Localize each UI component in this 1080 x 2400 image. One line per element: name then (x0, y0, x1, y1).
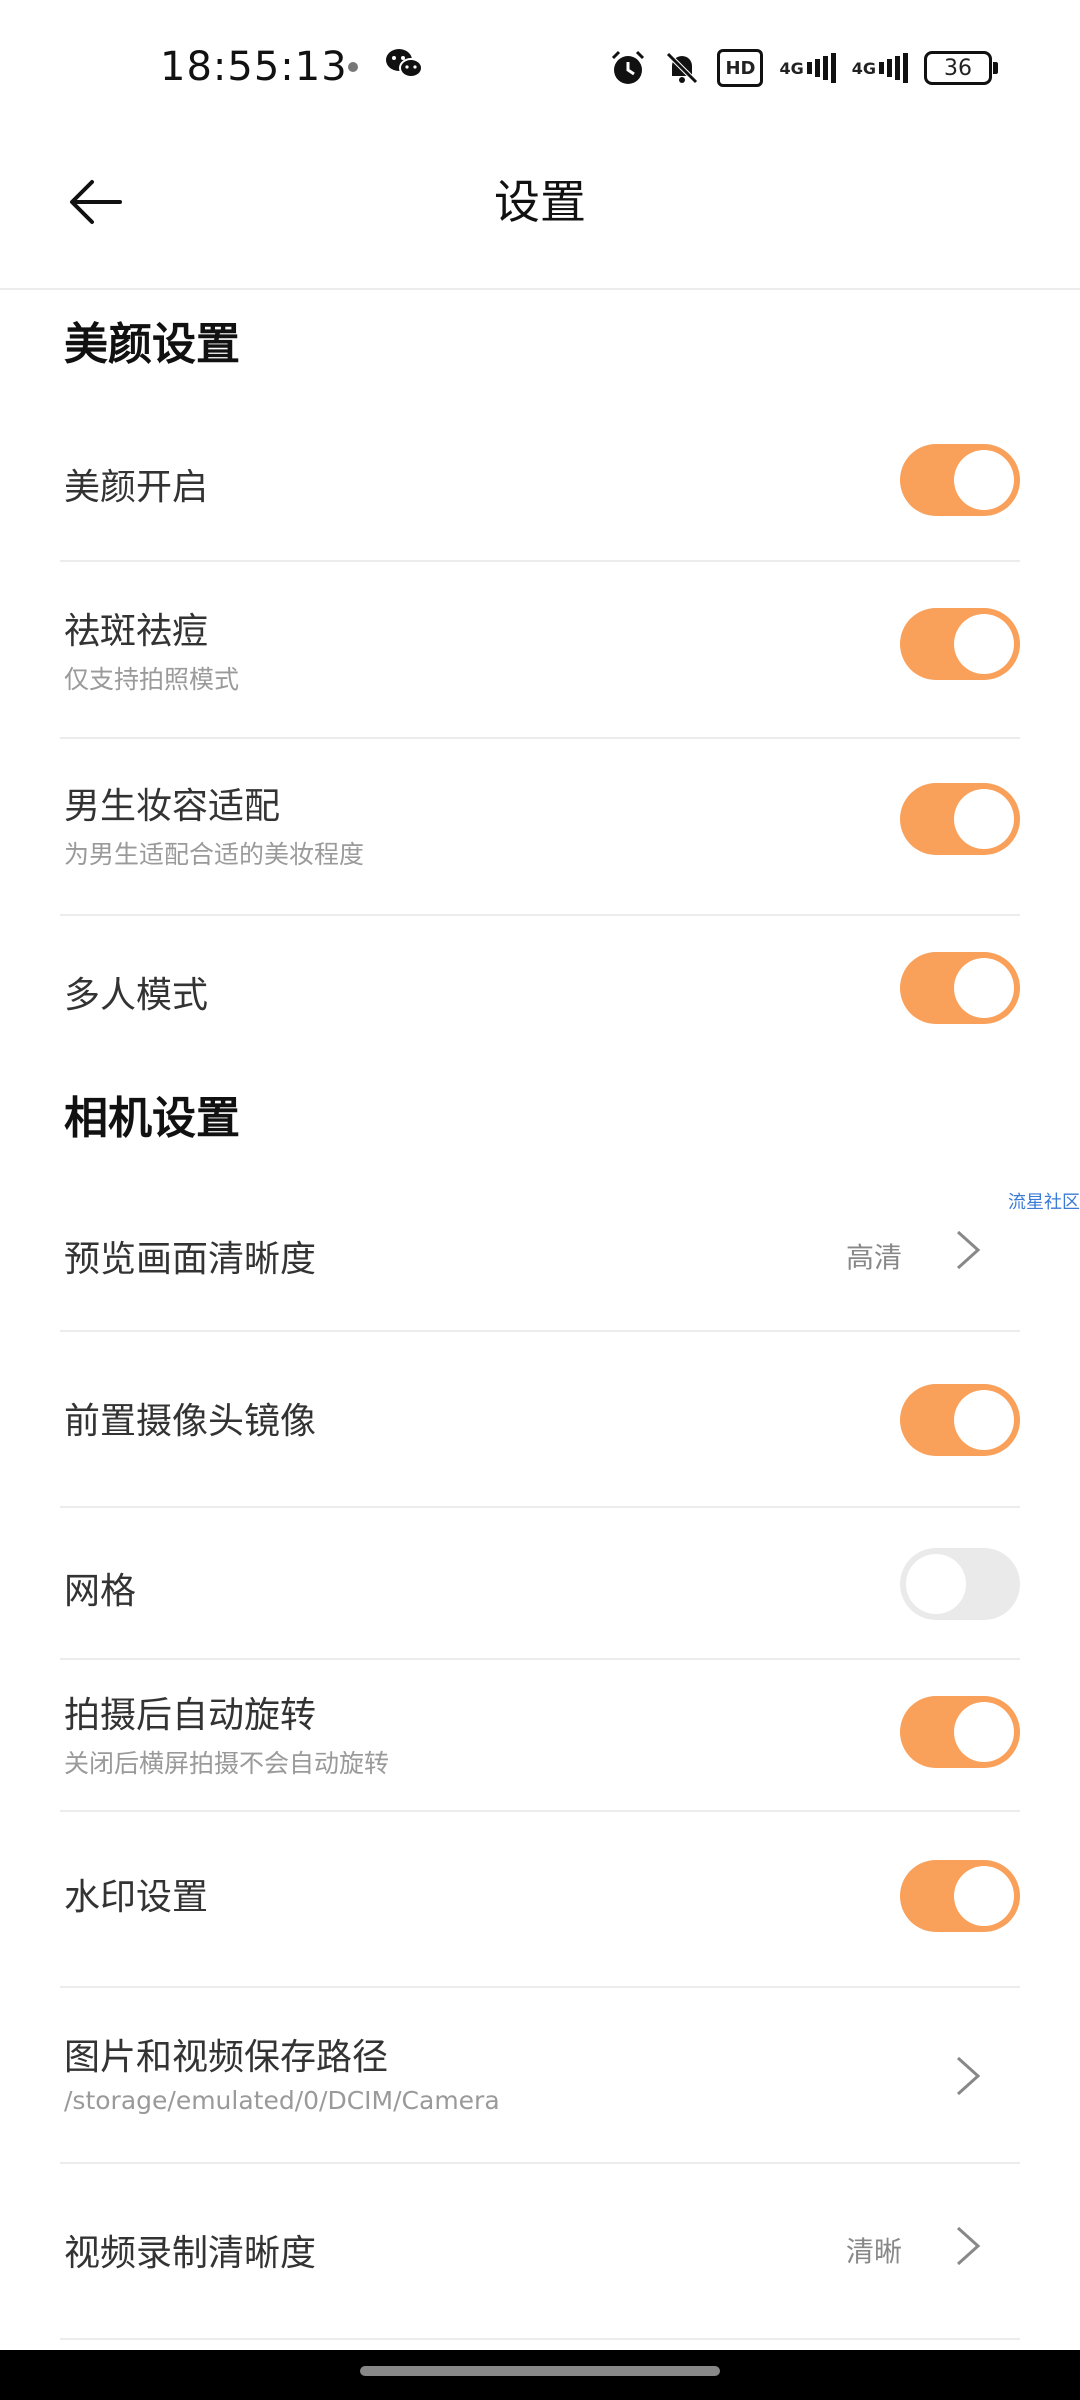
net2-label: 4G (851, 58, 876, 78)
toggle-front-mirror[interactable] (900, 1384, 1020, 1456)
toggle-auto-rotate[interactable] (900, 1696, 1020, 1768)
setting-front-mirror[interactable]: 前置摄像头镜像 (60, 1332, 1020, 1508)
setting-blemish-removal[interactable]: 祛斑祛痘 仅支持拍照模式 (60, 562, 1020, 739)
setting-sub: 为男生适配合适的美妆程度 (64, 840, 365, 869)
chevron-right-icon (954, 1228, 982, 1272)
system-nav-bar (0, 2350, 1080, 2400)
setting-label: 祛斑祛痘 (64, 611, 209, 652)
setting-multi-person[interactable]: 多人模式 (60, 916, 1020, 1066)
setting-preview-quality[interactable]: 预览画面清晰度 高清 (60, 1170, 1020, 1332)
setting-label: 多人模式 (64, 975, 209, 1016)
setting-auto-rotate[interactable]: 拍摄后自动旋转 关闭后横屏拍摄不会自动旋转 (60, 1660, 1020, 1812)
setting-label: 男生妆容适配 (64, 786, 281, 827)
alarm-icon (609, 49, 647, 87)
home-gesture-handle[interactable] (360, 2366, 720, 2376)
setting-label: 水印设置 (64, 1877, 209, 1918)
setting-label: 视频录制清晰度 (64, 2233, 317, 2274)
toggle-blemish-removal[interactable] (900, 608, 1020, 680)
hd-voice-icon: HD (717, 49, 764, 87)
setting-watermark[interactable]: 水印设置 (60, 1812, 1020, 1988)
bell-mute-icon (663, 49, 701, 87)
setting-value: 高清 (845, 1241, 902, 1274)
setting-value: 清晰 (845, 2235, 902, 2268)
wechat-icon (384, 46, 424, 86)
toggle-watermark[interactable] (900, 1860, 1020, 1932)
signal-4g-icon-2: 4G (852, 50, 908, 86)
notification-dot-icon (348, 62, 358, 72)
setting-sub: 仅支持拍照模式 (64, 665, 240, 694)
chevron-right-icon (954, 2224, 982, 2268)
toggle-male-makeup[interactable] (900, 783, 1020, 855)
app-header: 设置 (0, 140, 1080, 290)
setting-label: 预览画面清晰度 (64, 1239, 317, 1280)
section-title-camera: 相机设置 (64, 1093, 240, 1144)
page-title: 设置 (494, 175, 586, 229)
setting-label: 网格 (64, 1571, 137, 1612)
signal-4g-icon: 4G (779, 50, 836, 86)
status-time: 18:55:13 (160, 44, 348, 90)
setting-sub: /storage/emulated/0/DCIM/Camera (64, 2086, 500, 2115)
setting-save-path[interactable]: 图片和视频保存路径 /storage/emulated/0/DCIM/Camer… (60, 1988, 1020, 2164)
setting-label: 图片和视频保存路径 (64, 2037, 389, 2078)
setting-video-quality[interactable]: 视频录制清晰度 清晰 (60, 2164, 1020, 2340)
toggle-grid[interactable] (900, 1548, 1020, 1620)
net1-label: 4G (779, 58, 804, 78)
setting-grid[interactable]: 网格 (60, 1508, 1020, 1660)
status-bar: 18:55:13 HD 4G 4G 36 (0, 0, 1080, 140)
chevron-right-icon (954, 2054, 982, 2098)
setting-label: 美颜开启 (64, 467, 209, 508)
toggle-multi-person[interactable] (900, 952, 1020, 1024)
setting-beauty-enable[interactable]: 美颜开启 (60, 400, 1020, 562)
setting-label: 拍摄后自动旋转 (64, 1695, 317, 1736)
watermark-label: 流星社区 (1008, 1192, 1080, 1213)
setting-label: 前置摄像头镜像 (64, 1401, 317, 1442)
toggle-beauty-enable[interactable] (900, 444, 1020, 516)
battery-icon: 36 (924, 51, 998, 85)
setting-sub: 关闭后横屏拍摄不会自动旋转 (64, 1749, 390, 1778)
section-title-beauty: 美颜设置 (64, 319, 240, 370)
status-icons: HD 4G 4G 36 (609, 44, 998, 92)
setting-male-makeup[interactable]: 男生妆容适配 为男生适配合适的美妆程度 (60, 739, 1020, 916)
